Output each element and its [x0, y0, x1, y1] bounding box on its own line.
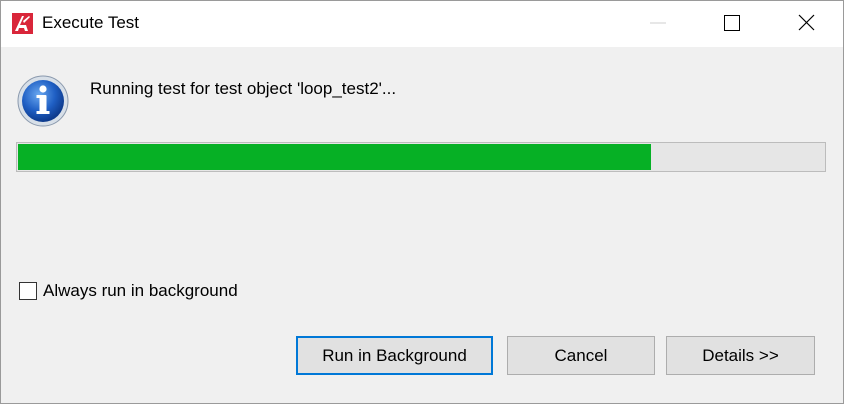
always-background-label[interactable]: Always run in background	[43, 281, 238, 301]
minimize-icon	[650, 22, 666, 24]
execute-test-dialog: Execute Test Running test for test objec…	[0, 0, 844, 404]
title-bar[interactable]: Execute Test	[1, 1, 843, 47]
status-message: Running test for test object 'loop_test2…	[90, 79, 397, 98]
always-background-checkbox[interactable]	[19, 282, 37, 300]
progress-bar	[16, 142, 826, 172]
details-button[interactable]: Details >>	[666, 336, 815, 375]
minimize-button[interactable]	[637, 1, 683, 47]
progress-fill	[18, 144, 651, 170]
maximize-button[interactable]	[709, 1, 755, 47]
close-button[interactable]	[783, 1, 829, 47]
maximize-icon	[724, 15, 740, 31]
info-icon	[16, 74, 70, 128]
cancel-button[interactable]: Cancel	[507, 336, 655, 375]
window-title: Execute Test	[42, 13, 140, 32]
close-icon	[798, 14, 815, 31]
app-logo-icon	[12, 13, 33, 34]
run-in-background-button[interactable]: Run in Background	[296, 336, 493, 375]
